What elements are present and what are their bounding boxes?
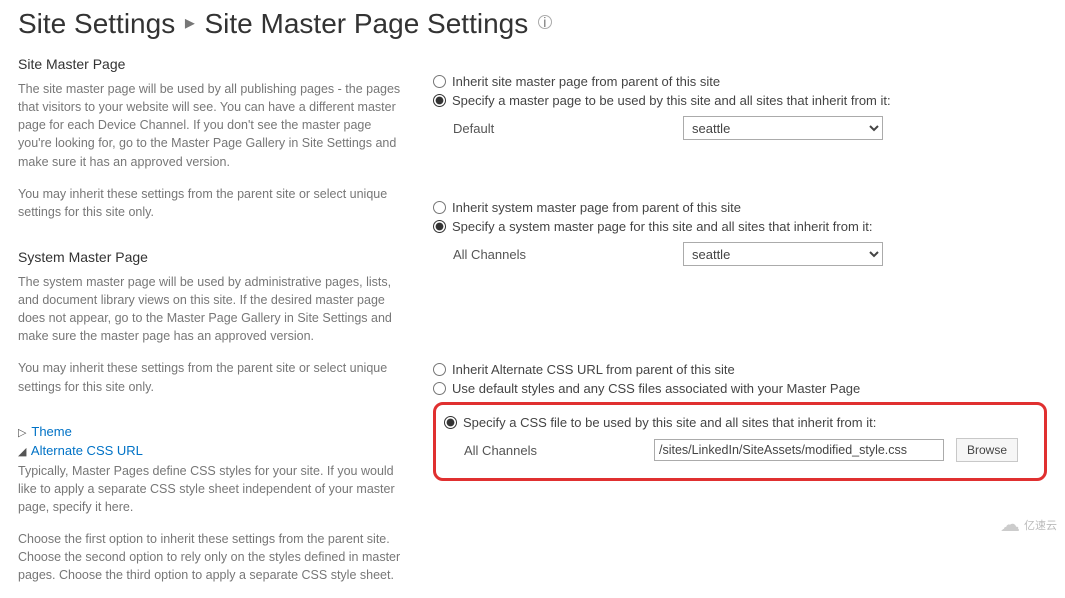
breadcrumb-parent[interactable]: Site Settings (18, 8, 175, 39)
radio-label: Specify a CSS file to be used by this si… (463, 415, 876, 430)
radio-specify-system-master[interactable]: Specify a system master page for this si… (433, 219, 1047, 234)
radio-label: Inherit Alternate CSS URL from parent of… (452, 362, 735, 377)
channel-label: All Channels (464, 443, 654, 458)
system-master-options: Inherit system master page from parent o… (433, 200, 1047, 266)
radio-input[interactable] (433, 382, 446, 395)
radio-inherit-site-master[interactable]: Inherit site master page from parent of … (433, 74, 1047, 89)
radio-input[interactable] (433, 363, 446, 376)
radio-input[interactable] (433, 94, 446, 107)
chevron-right-icon: ▸ (185, 10, 195, 35)
section-description-2: You may inherit these settings from the … (18, 185, 403, 221)
browse-button[interactable]: Browse (956, 438, 1018, 462)
caret-down-icon: ◢ (18, 445, 28, 458)
radio-label: Inherit site master page from parent of … (452, 74, 720, 89)
radio-inherit-system-master[interactable]: Inherit system master page from parent o… (433, 200, 1047, 215)
site-master-page-section: Site Master Page The site master page wi… (18, 56, 403, 221)
section-title: System Master Page (18, 249, 403, 265)
theme-expander[interactable]: ▷ Theme (18, 424, 403, 439)
radio-label: Inherit system master page from parent o… (452, 200, 741, 215)
section-description: The system master page will be used by a… (18, 273, 403, 346)
alt-css-path-input[interactable] (654, 439, 944, 461)
radio-specify-alt-css[interactable]: Specify a CSS file to be used by this si… (444, 415, 1036, 430)
site-master-select[interactable]: seattle (683, 116, 883, 140)
radio-input[interactable] (433, 75, 446, 88)
radio-label: Specify a system master page for this si… (452, 219, 873, 234)
theme-link[interactable]: Theme (31, 424, 71, 439)
channel-label: All Channels (453, 247, 683, 262)
section-description: The site master page will be used by all… (18, 80, 403, 171)
radio-label: Specify a master page to be used by this… (452, 93, 891, 108)
channel-label: Default (453, 121, 683, 136)
radio-default-alt-css[interactable]: Use default styles and any CSS files ass… (433, 381, 1047, 396)
info-icon[interactable]: i (538, 15, 552, 29)
site-master-options: Inherit site master page from parent of … (433, 74, 1047, 140)
radio-input[interactable] (433, 201, 446, 214)
alt-css-options: Inherit Alternate CSS URL from parent of… (433, 362, 1047, 481)
section-description-2: You may inherit these settings from the … (18, 359, 403, 395)
alt-css-description-2: Choose the first option to inherit these… (18, 530, 403, 584)
page-title: Site Master Page Settings (205, 8, 529, 39)
system-master-page-section: System Master Page The system master pag… (18, 249, 403, 396)
alt-css-expander[interactable]: ◢ Alternate CSS URL (18, 443, 403, 458)
highlight-box: Specify a CSS file to be used by this si… (433, 402, 1047, 481)
radio-input[interactable] (433, 220, 446, 233)
system-master-select[interactable]: seattle (683, 242, 883, 266)
page-header: Site Settings ▸ Site Master Page Setting… (0, 0, 1065, 46)
radio-input[interactable] (444, 416, 457, 429)
caret-right-icon: ▷ (18, 426, 28, 439)
alt-css-description: Typically, Master Pages define CSS style… (18, 462, 403, 516)
alt-css-link[interactable]: Alternate CSS URL (31, 443, 143, 458)
section-title: Site Master Page (18, 56, 403, 72)
radio-specify-site-master[interactable]: Specify a master page to be used by this… (433, 93, 1047, 108)
radio-inherit-alt-css[interactable]: Inherit Alternate CSS URL from parent of… (433, 362, 1047, 377)
radio-label: Use default styles and any CSS files ass… (452, 381, 860, 396)
